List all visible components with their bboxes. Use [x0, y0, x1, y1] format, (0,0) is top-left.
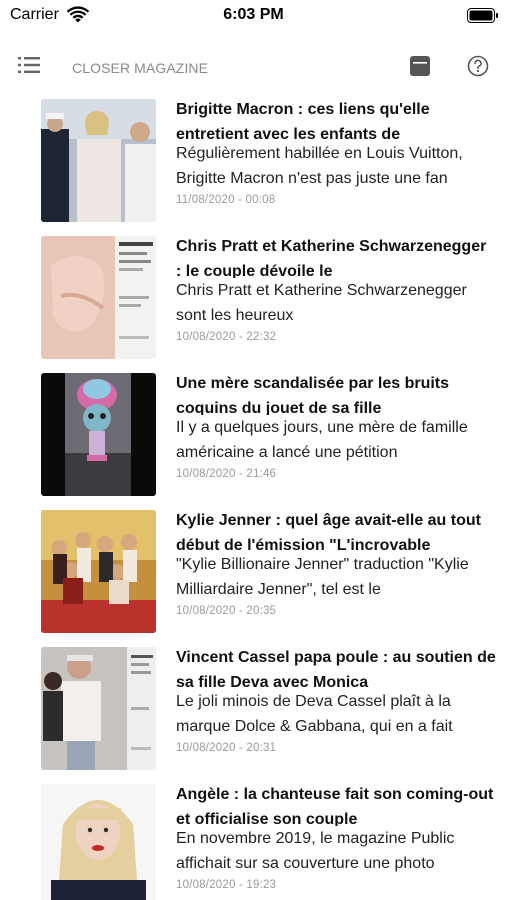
article-date: 11/08/2020 - 00:08: [176, 194, 276, 206]
article-item[interactable]: Brigitte Macron : ces liens qu'elle entr…: [0, 97, 507, 234]
article-thumbnail: [41, 373, 156, 496]
article-title: Vincent Cassel papa poule : au soutien d…: [176, 649, 496, 689]
article-thumbnail: [41, 99, 156, 222]
article-summary: Chris Pratt et Katherine Schwarzenegger …: [176, 282, 467, 324]
article-title: Kylie Jenner : quel âge avait-elle au to…: [176, 512, 481, 552]
article-summary: "Kylie Billionaire Jenner" traduction "K…: [176, 556, 469, 598]
article-title: Angèle : la chanteuse fait son coming-ou…: [176, 786, 494, 826]
article-summary: Le joli minois de Deva Cassel plaît à la…: [176, 693, 453, 735]
nav-bar: CLOSER MAGAZINE: [0, 44, 507, 90]
page-title: CLOSER MAGAZINE: [72, 60, 209, 76]
article-item[interactable]: Angèle : la chanteuse fait son coming-ou…: [0, 782, 507, 900]
article-item[interactable]: Vincent Cassel papa poule : au soutien d…: [0, 645, 507, 782]
article-date: 10/08/2020 - 21:46: [176, 468, 277, 480]
article-item[interactable]: Chris Pratt et Katherine Schwarzenegger …: [0, 234, 507, 371]
book-icon[interactable]: [409, 55, 431, 77]
article-thumbnail: [41, 236, 156, 359]
article-thumbnail: [41, 647, 156, 770]
article-title: Brigitte Macron : ces liens qu'elle entr…: [176, 101, 430, 141]
article-summary: En novembre 2019, le magazine Public aff…: [176, 830, 455, 872]
status-bar: Carrier 6:03 PM: [0, 0, 507, 34]
article-thumbnail: [41, 510, 156, 633]
article-summary: Régulièrement habillée en Louis Vuitton,…: [176, 145, 463, 187]
article-item[interactable]: Kylie Jenner : quel âge avait-elle au to…: [0, 508, 507, 645]
article-date: 10/08/2020 - 20:35: [176, 605, 277, 617]
article-date: 10/08/2020 - 20:31: [176, 742, 277, 754]
article-date: 10/08/2020 - 19:23: [176, 879, 277, 891]
battery-icon: [467, 8, 498, 23]
article-title: Une mère scandalisée par les bruits coqu…: [176, 375, 450, 415]
list-icon[interactable]: [18, 56, 40, 74]
article-thumbnail: [41, 784, 156, 900]
article-title: Chris Pratt et Katherine Schwarzenegger …: [176, 238, 487, 278]
article-date: 10/08/2020 - 22:32: [176, 331, 277, 343]
status-time: 6:03 PM: [223, 6, 284, 23]
help-icon[interactable]: [467, 55, 489, 77]
article-item[interactable]: Une mère scandalisée par les bruits coqu…: [0, 371, 507, 508]
article-list: Brigitte Macron : ces liens qu'elle entr…: [0, 97, 507, 900]
article-summary: Il y a quelques jours, une mère de famil…: [176, 419, 468, 461]
